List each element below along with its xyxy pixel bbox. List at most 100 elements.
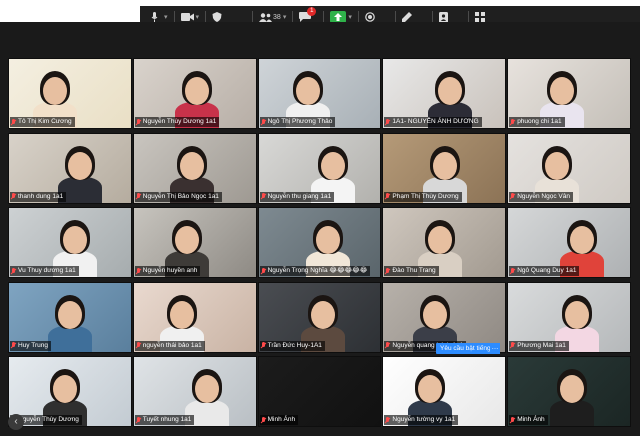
participant-video-tile[interactable]: 1A1- NGUYỄN ÁNH DƯƠNG (382, 58, 507, 129)
muted-microphone-icon (261, 267, 266, 275)
meeting-window: Tô Thị Kim Cương Nguyễn Thùy Dương 1a1 Ngô… (0, 22, 640, 436)
muted-microphone-icon (261, 193, 266, 200)
chat-unread-badge: 1 (307, 7, 317, 16)
participant-video-tile[interactable]: Phạm Thị Thùy Dương (382, 132, 507, 204)
muted-microphone-icon (385, 342, 390, 349)
muted-microphone-icon (136, 118, 141, 126)
participant-video-tile[interactable]: Tuyết nhung 1a1 (132, 356, 257, 427)
participant-video-tile[interactable]: Vu Thuy dương 1a1 (8, 207, 132, 278)
participant-figure (542, 357, 602, 426)
participant-name: Ngô Quang Duy 1a1 (517, 267, 577, 274)
participant-video-tile[interactable]: Trần Đức Huy-1A1 (257, 281, 382, 353)
participant-video-tile[interactable]: phuong chi 1a1 (507, 58, 631, 129)
gallery-view: Tô Thị Kim Cương Nguyễn Thùy Dương 1a1 Ngô… (8, 58, 632, 430)
participant-name: Nguyễn Ngọc Vân (517, 192, 570, 200)
participant-name: Tô Thị Kim Cương (18, 118, 72, 125)
participant-name: Trần Đức Huy-1A1 (267, 341, 322, 349)
muted-microphone-icon (385, 267, 390, 275)
participant-video-tile[interactable]: Minh Ánh (507, 356, 631, 427)
participant-video-tile[interactable]: thanh dung 1a1 (8, 132, 132, 204)
participant-name-tag: Nguyễn Thùy Dương 1a1 (134, 117, 220, 127)
audio-options-caret[interactable]: ▾ (164, 13, 168, 21)
participant-name-tag: Minh Ánh (259, 415, 299, 425)
record-icon (365, 12, 375, 22)
microphone-icon (151, 12, 158, 22)
participant-name: Nguyễn huyền anh (142, 267, 198, 274)
participant-video-tile[interactable]: Nguyễn thu giang 1a1 (257, 132, 382, 204)
share-options-caret[interactable]: ▾ (348, 13, 352, 21)
previous-page-button[interactable]: ‹ (8, 414, 24, 430)
participant-video-tile[interactable]: Nguyễn Ngọc Vân (507, 132, 631, 204)
participant-name: Minh Ánh (517, 416, 545, 423)
participant-name: Nguyễn tường vy 1a1 (392, 416, 456, 423)
participant-name-tag: Nguyễn Trọng Nghĩa 😂😂😂😂😂 (259, 266, 371, 276)
participant-name: Tuyết nhung 1a1 (142, 416, 192, 423)
participant-video-tile[interactable]: Tô Thị Kim Cương (8, 58, 132, 129)
participant-name-tag: Nguyễn Thị Bảo Ngọc 1a1 (134, 191, 222, 202)
muted-microphone-icon (385, 416, 390, 424)
participant-video-tile[interactable]: Nguyễn tường vy 1a1 (382, 356, 507, 427)
muted-microphone-icon (136, 416, 141, 424)
muted-microphone-icon (136, 342, 141, 349)
muted-microphone-icon (510, 118, 515, 126)
participant-video-tile[interactable]: Minh Ánh (257, 356, 382, 427)
participant-video-tile[interactable]: Huy Trung (8, 281, 132, 353)
participant-name-tag: Nguyễn thu giang 1a1 (259, 191, 335, 202)
participant-video-tile[interactable]: Ngô Quang Duy 1a1 (507, 207, 631, 278)
participant-name-tag: phuong chi 1a1 (509, 117, 565, 127)
participant-video-tile[interactable]: Nguyễn Trọng Nghĩa 😂😂😂😂😂 (257, 207, 382, 278)
video-camera-icon (180, 13, 194, 21)
participant-video-tile[interactable]: Nguyễn Thùy Dương (8, 356, 132, 427)
participant-name-tag: thanh dung 1a1 (10, 191, 67, 202)
participant-name: Phạm Thị Thùy Dương (392, 192, 459, 200)
chevron-left-icon: ‹ (14, 416, 18, 427)
participant-name: thanh dung 1a1 (18, 192, 64, 200)
muted-microphone-icon (136, 193, 141, 200)
muted-microphone-icon (261, 118, 266, 126)
participant-name: Nguyễn Thị Bảo Ngọc 1a1 (142, 192, 219, 200)
participant-video-tile[interactable]: nguyễn thái bảo 1a1 (132, 281, 257, 353)
participant-name-tag: Nguyễn huyền anh (134, 266, 201, 276)
muted-microphone-icon (510, 267, 515, 275)
muted-microphone-icon (510, 342, 515, 349)
muted-microphone-icon (261, 342, 266, 349)
participant-video-tile[interactable]: Nguyễn Thị Bảo Ngọc 1a1 (132, 132, 257, 204)
participant-name: Phương Mai 1a1 (517, 341, 566, 349)
more-options-button[interactable]: … (490, 343, 500, 354)
participant-name-tag: Minh Ánh (509, 415, 548, 425)
participant-name: phuong chi 1a1 (517, 118, 562, 125)
participant-video-tile[interactable]: Ngô Thị Phương Thảo (257, 58, 382, 129)
participant-name-tag: Nguyễn tường vy 1a1 (384, 415, 459, 425)
participant-name-tag: Phạm Thị Thùy Dương (384, 191, 462, 202)
ask-to-unmute-button[interactable]: Yêu cầu bật tiếng (436, 343, 495, 354)
participant-name: Huy Trung (18, 341, 48, 349)
muted-microphone-icon (510, 416, 515, 424)
participant-video-tile[interactable]: Nguyễn Thùy Dương 1a1 (132, 58, 257, 129)
people-icon (259, 12, 273, 22)
muted-microphone-icon (385, 193, 390, 200)
participant-name-tag: 1A1- NGUYỄN ÁNH DƯƠNG (384, 117, 482, 127)
participant-name: Vu Thuy dương 1a1 (18, 267, 76, 274)
participant-video-tile[interactable]: Nguyễn quang bách 1a1 (382, 281, 507, 353)
participants-count: 38 (273, 13, 281, 21)
participant-video-tile[interactable]: Đào Thu Trang (382, 207, 507, 278)
apps-icon (474, 12, 485, 22)
participant-name: Nguyễn Trọng Nghĩa 😂😂😂😂😂 (267, 267, 368, 274)
participant-video-tile[interactable]: Nguyễn huyền anh (132, 207, 257, 278)
muted-microphone-icon (510, 193, 515, 200)
muted-microphone-icon (11, 342, 16, 349)
participants-options-caret[interactable]: ▾ (283, 13, 287, 21)
participant-video-tile[interactable]: Phương Mai 1a1 (507, 281, 631, 353)
muted-microphone-icon (136, 267, 141, 275)
participant-name: Nguyễn Thùy Dương (18, 416, 79, 423)
shield-icon (212, 12, 222, 22)
participant-name: Đào Thu Trang (392, 267, 436, 274)
participant-name-tag: Đào Thu Trang (384, 266, 439, 276)
muted-microphone-icon (11, 118, 16, 126)
participant-name-tag: nguyễn thái bảo 1a1 (134, 340, 205, 351)
muted-microphone-icon (11, 267, 16, 275)
participant-name-tag: Ngô Thị Phương Thảo (259, 117, 336, 127)
participant-name: Nguyễn thu giang 1a1 (267, 192, 332, 200)
video-options-caret[interactable]: ▾ (196, 13, 200, 21)
participant-name-tag: Nguyễn Ngọc Vân (509, 191, 573, 202)
